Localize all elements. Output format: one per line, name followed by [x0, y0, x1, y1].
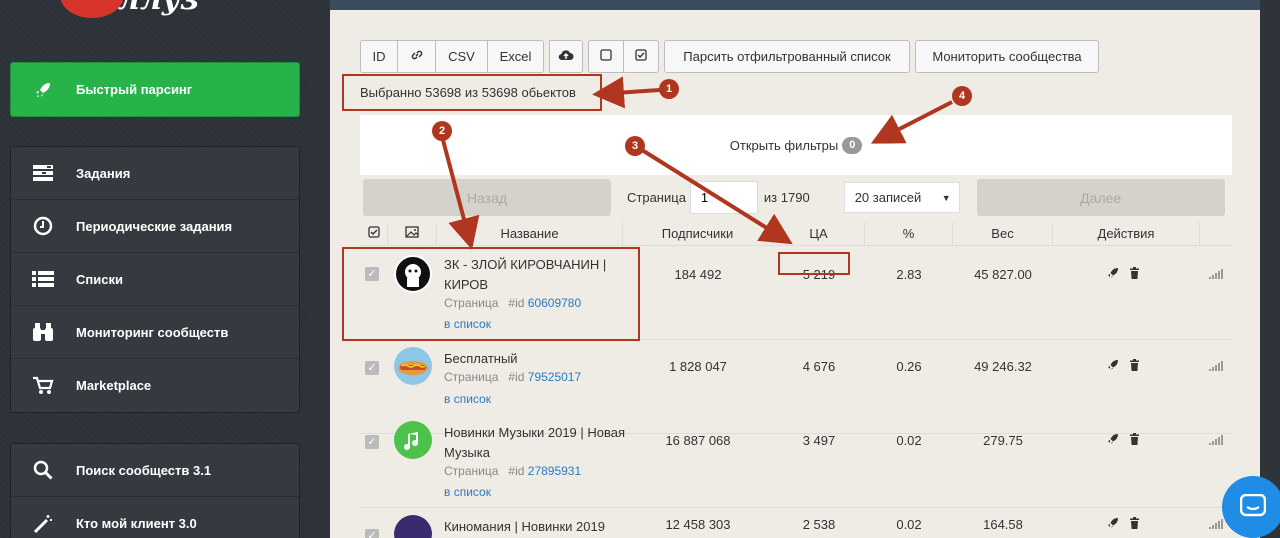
annotation-marker-1: 1	[659, 79, 679, 99]
annotation-marker-2: 2	[432, 121, 452, 141]
annotation-marker-3: 3	[625, 136, 645, 156]
chat-widget-button[interactable]	[1222, 476, 1280, 538]
chat-icon	[1239, 493, 1267, 521]
annotation-arrows	[441, 76, 953, 250]
annotation-marker-4: 4	[952, 86, 972, 106]
